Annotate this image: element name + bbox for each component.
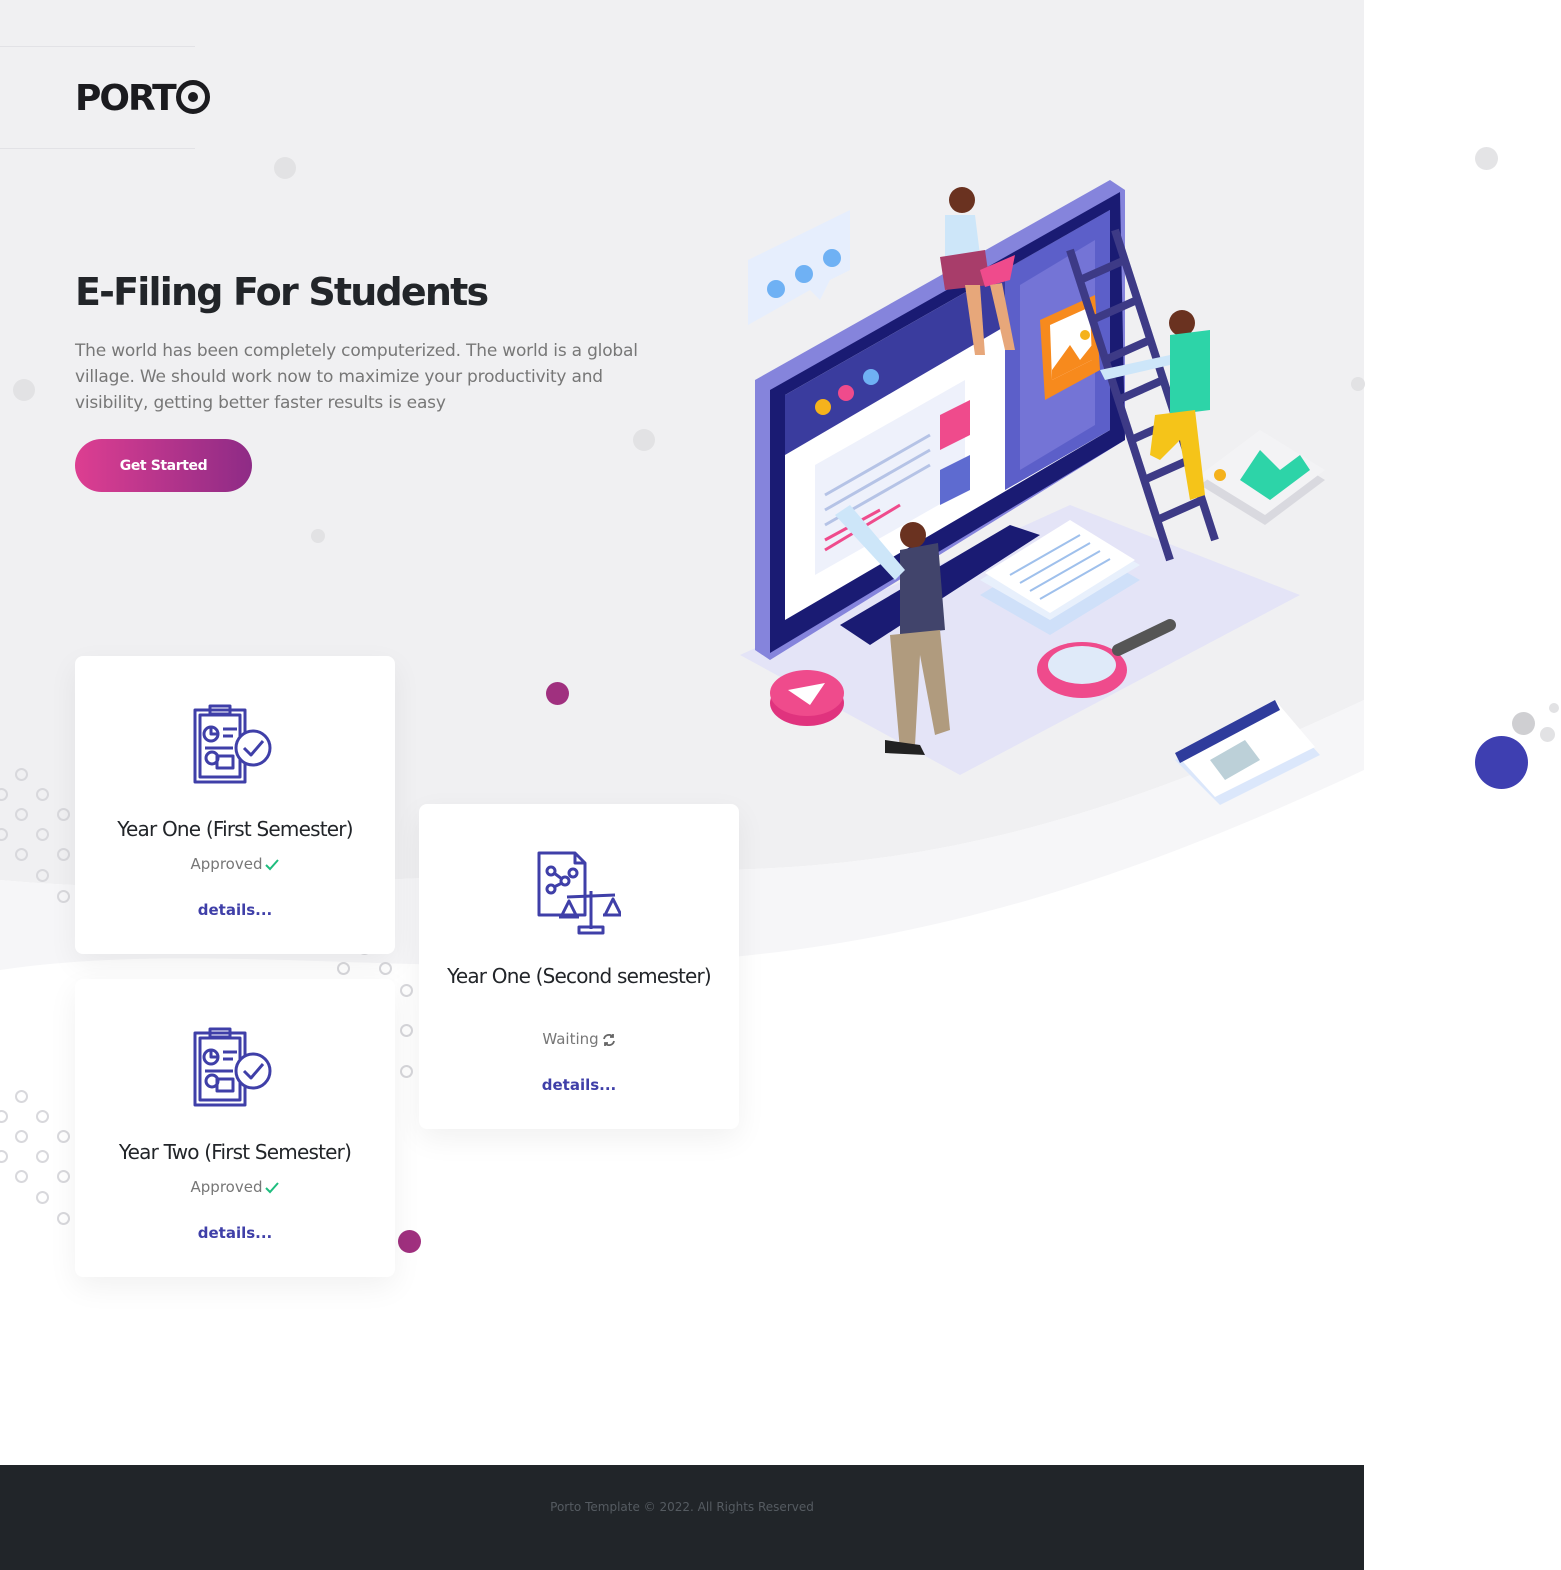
decor-dot — [1475, 147, 1498, 170]
check-icon — [265, 858, 280, 870]
get-started-button[interactable]: Get Started — [75, 439, 252, 492]
decor-dot — [1475, 736, 1528, 789]
web-page-card-icon — [1175, 700, 1320, 805]
decor-dot — [398, 1230, 421, 1253]
decor-dot — [1351, 377, 1365, 391]
decor-dot — [13, 379, 35, 401]
status-label: Waiting — [542, 1030, 599, 1048]
play-button-icon — [770, 670, 844, 726]
decor-dot — [311, 529, 325, 543]
legal-document-scale-icon — [537, 851, 621, 935]
paper-stack-icon — [1200, 430, 1325, 525]
students-workspace-illustration — [740, 180, 1325, 805]
footer: Porto Template © 2022. All Rights Reserv… — [0, 1465, 1364, 1570]
semester-card[interactable]: Year One (First Semester) Approved detai… — [75, 656, 395, 954]
hero-description: The world has been completely computeriz… — [75, 341, 638, 413]
details-link[interactable]: details... — [75, 901, 395, 919]
decor-dot — [546, 682, 569, 705]
refresh-icon — [602, 1033, 615, 1046]
clipboard-check-icon — [193, 704, 272, 784]
decor-dot — [1549, 703, 1559, 713]
semester-card[interactable]: Year One (Second semester) Waiting detai… — [419, 804, 739, 1129]
status-label: Approved — [190, 1178, 263, 1196]
page-title: E-Filing For Students — [75, 270, 489, 314]
status-text: Approved — [75, 1178, 395, 1196]
chat-bubble-icon — [748, 210, 850, 325]
decor-dot — [274, 157, 296, 179]
card-title: Year One (Second semester) — [447, 964, 712, 988]
card-title: Year One (First Semester) — [117, 817, 353, 841]
semester-card[interactable]: Year Two (First Semester) Approved detai… — [75, 979, 395, 1277]
details-link[interactable]: details... — [75, 1224, 395, 1242]
decor-dot — [633, 429, 655, 451]
check-icon — [265, 1181, 280, 1193]
clipboard-check-icon — [193, 1027, 272, 1107]
card-title: Year Two (First Semester) — [118, 1140, 352, 1164]
copyright-text: Porto Template © 2022. All Rights Reserv… — [550, 1500, 814, 1514]
details-link[interactable]: details... — [419, 1076, 739, 1094]
status-text: Approved — [75, 855, 395, 873]
decor-dot — [1540, 727, 1555, 742]
logo-o-icon — [175, 80, 210, 114]
decor-dot — [1512, 712, 1535, 735]
status-label: Approved — [190, 855, 263, 873]
status-text: Waiting — [419, 1030, 739, 1048]
porto-logo[interactable]: PORT — [75, 76, 210, 119]
